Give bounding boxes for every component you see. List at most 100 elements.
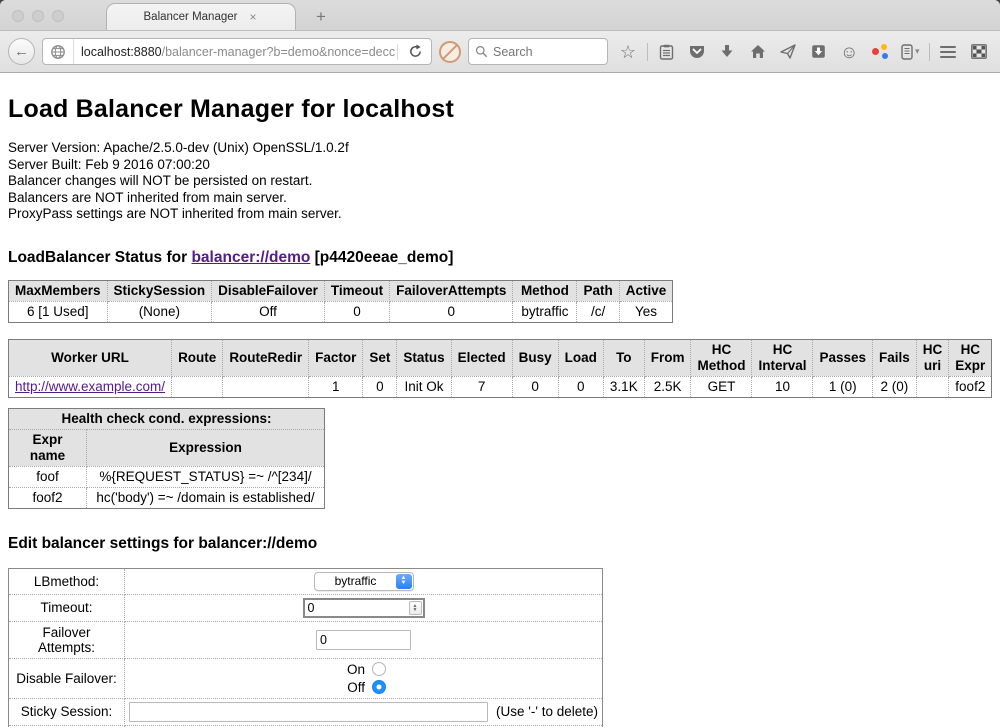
failover-attempts-input[interactable] [316, 630, 411, 650]
toolbar-separator [647, 43, 648, 61]
column-header: DisableFailover [212, 280, 325, 301]
column-header: Status [397, 339, 451, 376]
health-table-title: Health check cond. expressions: [9, 408, 325, 429]
back-button[interactable]: ← [8, 38, 35, 65]
notes-extension-button[interactable]: ▾ [897, 39, 923, 65]
new-tab-button[interactable]: + [310, 7, 332, 27]
sticky-session-input[interactable] [129, 702, 488, 722]
column-header: Route [172, 339, 223, 376]
edit-settings-heading: Edit balancer settings for balancer://de… [8, 535, 992, 553]
column-header: Elected [451, 339, 512, 376]
tab-bar: Balancer Manager × + [0, 0, 1000, 31]
paper-plane-icon [780, 44, 796, 59]
on-radio-label: On [341, 662, 365, 677]
worker-table: Worker URL Route RouteRedir Factor Set S… [8, 339, 992, 398]
off-radio-button[interactable] [372, 680, 386, 694]
expr-name-cell: foof2 [9, 487, 87, 508]
content-blocked-icon[interactable] [439, 41, 461, 63]
save-to-box-button[interactable] [806, 39, 832, 65]
sticky-session-hint: (Use '-' to delete) [496, 704, 598, 719]
home-button[interactable] [745, 39, 771, 65]
grid-extension-button[interactable] [966, 39, 992, 65]
column-header: Fails [873, 339, 917, 376]
timeout-label: Timeout: [9, 594, 125, 621]
bookmarks-sidebar-button[interactable] [653, 39, 679, 65]
tab-close-icon[interactable]: × [247, 10, 258, 24]
table-cell: 2 (0) [873, 376, 917, 397]
url-bar[interactable]: localhost:8880/balancer-manager?b=demo&n… [42, 38, 432, 65]
clipboard-icon [659, 44, 674, 60]
expression-cell: %{REQUEST_STATUS} =~ /^[234]/ [87, 466, 325, 487]
zoom-window-button[interactable] [52, 10, 64, 22]
star-icon: ☆ [620, 43, 636, 61]
sticky-session-label: Sticky Session: [9, 698, 125, 725]
column-header: Passes [813, 339, 873, 376]
site-identity-button[interactable] [43, 39, 74, 64]
column-header: Expr name [9, 429, 87, 466]
on-radio-button[interactable] [372, 662, 386, 676]
status-heading-suffix: [p4420eeae_demo] [310, 249, 453, 266]
select-stepper-icon: ▲▼ [396, 574, 412, 589]
table-cell [223, 376, 309, 397]
minimize-window-button[interactable] [32, 10, 44, 22]
menu-button[interactable] [935, 39, 961, 65]
table-cell: 0 [363, 376, 397, 397]
toolbar-separator [929, 43, 930, 61]
send-tab-button[interactable] [775, 39, 801, 65]
home-icon [750, 44, 766, 59]
downloads-button[interactable] [714, 39, 740, 65]
colored-dots-extension-button[interactable] [867, 39, 893, 65]
server-built-line: Server Built: Feb 9 2016 07:00:20 [8, 157, 992, 174]
add-worker-row: Add New Worker: Are you sure? [9, 725, 603, 727]
table-cell: foof2 [949, 376, 992, 397]
column-header: HC Method [691, 339, 752, 376]
column-header: From [644, 339, 691, 376]
balancer-header-row: MaxMembers StickySession DisableFailover… [9, 280, 673, 301]
balancer-value-row: 6 [1 Used] (None) Off 0 0 bytraffic /c/ … [9, 301, 673, 322]
table-cell: GET [691, 376, 752, 397]
disable-failover-label: Disable Failover: [9, 658, 125, 698]
status-heading: LoadBalancer Status for balancer://demo … [8, 249, 992, 267]
stepper-down: ▼ [401, 581, 407, 586]
server-info: Server Version: Apache/2.5.0-dev (Unix) … [8, 140, 992, 223]
sticky-session-row: Sticky Session: (Use '-' to delete) [9, 698, 603, 725]
url-text[interactable]: localhost:8880/balancer-manager?b=demo&n… [74, 45, 395, 59]
window-controls [0, 10, 74, 30]
balancer-demo-link[interactable]: balancer://demo [191, 249, 310, 266]
worker-header-row: Worker URL Route RouteRedir Factor Set S… [9, 339, 992, 376]
lbmethod-label: LBmethod: [9, 568, 125, 594]
status-heading-prefix: LoadBalancer Status for [8, 249, 191, 266]
column-header: MaxMembers [9, 280, 108, 301]
emoji-extension-button[interactable]: ☺ [836, 39, 862, 65]
bookmark-star-button[interactable]: ☆ [615, 39, 641, 65]
persist-note-line: Balancer changes will NOT be persisted o… [8, 173, 992, 190]
lbmethod-select[interactable]: bytraffic ▲▼ [314, 572, 414, 591]
table-cell: Off [212, 301, 325, 322]
search-bar[interactable] [468, 38, 608, 65]
browser-window: Balancer Manager × + ← localhost:8880/ba… [0, 0, 1000, 728]
pocket-button[interactable] [684, 39, 710, 65]
column-header: HC uri [916, 339, 949, 376]
reload-button[interactable] [400, 44, 431, 59]
spinner-down[interactable]: ▼ [413, 608, 418, 612]
table-cell: 10 [752, 376, 813, 397]
smiley-icon: ☺ [840, 43, 858, 61]
table-cell: Init Ok [397, 376, 451, 397]
search-input[interactable] [493, 45, 593, 59]
download-arrow-icon [720, 44, 734, 59]
globe-icon [50, 44, 66, 60]
column-header: StickySession [107, 280, 212, 301]
grid-icon [971, 44, 987, 59]
table-cell: 1 [309, 376, 363, 397]
disable-failover-row: Disable Failover: On Off [9, 658, 603, 698]
colored-dots-icon [872, 44, 888, 60]
tab-balancer-manager[interactable]: Balancer Manager × [106, 3, 296, 30]
lbmethod-selected-value: bytraffic [335, 574, 377, 588]
timeout-input[interactable] [303, 598, 425, 618]
server-version-line: Server Version: Apache/2.5.0-dev (Unix) … [8, 140, 992, 157]
number-spinner-icon[interactable]: ▲▼ [409, 601, 422, 615]
health-row: foof %{REQUEST_STATUS} =~ /^[234]/ [9, 466, 325, 487]
worker-url-link[interactable]: http://www.example.com/ [15, 379, 165, 394]
close-window-button[interactable] [12, 10, 24, 22]
balancers-note-line: Balancers are NOT inherited from main se… [8, 190, 992, 207]
